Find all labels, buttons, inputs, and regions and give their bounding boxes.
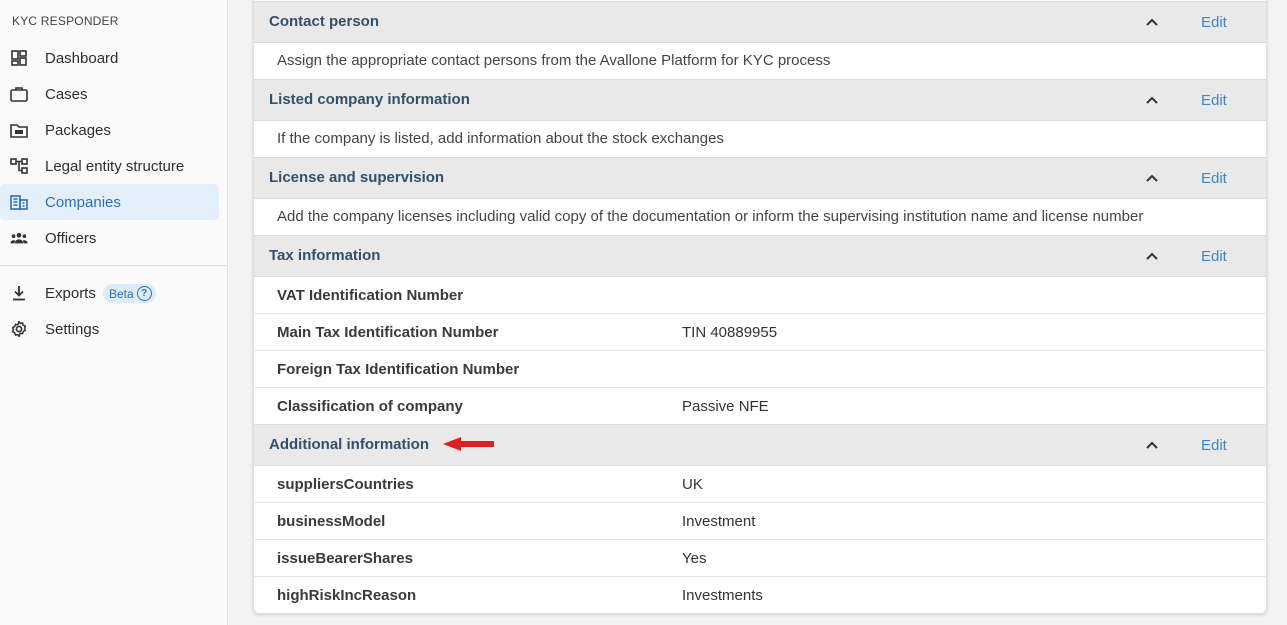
edit-button[interactable]: Edit <box>1201 92 1227 109</box>
section-title: Listed company information <box>269 91 470 108</box>
sidebar: KYC RESPONDER Dashboard Cases Packages L… <box>0 0 228 625</box>
table-row: highRiskIncReason Investments <box>254 577 1266 613</box>
gear-icon <box>10 320 28 338</box>
chevron-up-icon[interactable] <box>1145 249 1159 263</box>
sidebar-item-cases[interactable]: Cases <box>0 76 219 112</box>
table-row: issueBearerShares Yes <box>254 540 1266 577</box>
field-label: VAT Identification Number <box>277 287 464 304</box>
sidebar-item-settings[interactable]: Settings <box>0 311 219 347</box>
section-description: Add the company licenses including valid… <box>277 208 1144 225</box>
field-label: Main Tax Identification Number <box>277 324 499 341</box>
sidebar-divider <box>0 265 227 266</box>
table-row: VAT Identification Number <box>254 277 1266 314</box>
sidebar-item-label: Companies <box>45 193 121 211</box>
sidebar-item-label: Packages <box>45 121 111 139</box>
table-row: Main Tax Identification Number TIN 40889… <box>254 314 1266 351</box>
field-label: Classification of company <box>277 398 463 415</box>
edit-button[interactable]: Edit <box>1201 14 1227 31</box>
section-description: If the company is listed, add informatio… <box>277 130 724 147</box>
sidebar-item-dashboard[interactable]: Dashboard <box>0 40 219 76</box>
beta-badge: Beta ? <box>103 284 156 303</box>
field-label: highRiskIncReason <box>277 587 417 604</box>
field-value: Yes <box>682 550 707 567</box>
company-details-card: Contact person Edit Assign the appropria… <box>253 0 1267 614</box>
sidebar-item-label: Dashboard <box>45 49 119 67</box>
field-value: TIN 40889955 <box>682 324 778 341</box>
sidebar-nav: Dashboard Cases Packages Legal entity st… <box>0 40 227 347</box>
section-header-tax-information: Tax information Edit <box>254 235 1266 277</box>
tax-rows: VAT Identification Number Main Tax Ident… <box>254 277 1266 424</box>
chevron-up-icon[interactable] <box>1145 171 1159 185</box>
chevron-up-icon[interactable] <box>1145 438 1159 452</box>
sidebar-item-label: Exports <box>45 284 96 302</box>
section-title: Contact person <box>269 13 380 30</box>
field-label: issueBearerShares <box>277 550 413 567</box>
download-icon <box>10 284 28 302</box>
sidebar-item-exports[interactable]: Exports Beta ? <box>0 275 219 311</box>
beta-label: Beta <box>109 286 134 301</box>
section-header-contact-person: Contact person Edit <box>254 1 1266 43</box>
app-brand: KYC RESPONDER <box>12 14 119 28</box>
field-value: Passive NFE <box>682 398 769 415</box>
additional-rows: suppliersCountries UK businessModel Inve… <box>254 466 1266 613</box>
section-title: Tax information <box>269 247 381 264</box>
help-icon[interactable]: ? <box>136 286 152 301</box>
chevron-up-icon[interactable] <box>1145 93 1159 107</box>
section-header-listed-company: Listed company information Edit <box>254 79 1266 121</box>
field-value: Investment <box>682 513 756 530</box>
section-title: License and supervision <box>269 169 445 186</box>
sidebar-item-officers[interactable]: Officers <box>0 220 219 256</box>
table-row: Classification of company Passive NFE <box>254 388 1266 424</box>
chevron-up-icon[interactable] <box>1145 15 1159 29</box>
sidebar-item-label: Legal entity structure <box>45 157 185 175</box>
edit-button[interactable]: Edit <box>1201 170 1227 187</box>
field-label: businessModel <box>277 513 386 530</box>
section-title: Additional information <box>269 436 429 453</box>
sidebar-item-label: Officers <box>45 229 97 247</box>
edit-button[interactable]: Edit <box>1201 248 1227 265</box>
building-icon <box>10 193 28 211</box>
sidebar-item-label: Settings <box>45 320 100 338</box>
sidebar-item-packages[interactable]: Packages <box>0 112 219 148</box>
field-label: suppliersCountries <box>277 476 414 493</box>
field-label: Foreign Tax Identification Number <box>277 361 520 378</box>
field-value: Investments <box>682 587 763 604</box>
section-description: Assign the appropriate contact persons f… <box>277 52 831 69</box>
sidebar-item-legal-entity-structure[interactable]: Legal entity structure <box>0 148 219 184</box>
table-row: Foreign Tax Identification Number <box>254 351 1266 388</box>
briefcase-icon <box>10 85 28 103</box>
section-header-additional-information: Additional information Edit <box>254 424 1266 466</box>
table-row: businessModel Investment <box>254 503 1266 540</box>
edit-button[interactable]: Edit <box>1201 437 1227 454</box>
folder-icon <box>10 121 28 139</box>
section-header-license-supervision: License and supervision Edit <box>254 157 1266 199</box>
sidebar-item-companies[interactable]: Companies <box>0 184 219 220</box>
dashboard-icon <box>10 49 28 67</box>
red-arrow-annotation <box>443 437 494 451</box>
field-value: UK <box>682 476 703 493</box>
sidebar-item-label: Cases <box>45 85 88 103</box>
table-row: suppliersCountries UK <box>254 466 1266 503</box>
people-icon <box>10 229 28 247</box>
hierarchy-icon <box>10 157 28 175</box>
